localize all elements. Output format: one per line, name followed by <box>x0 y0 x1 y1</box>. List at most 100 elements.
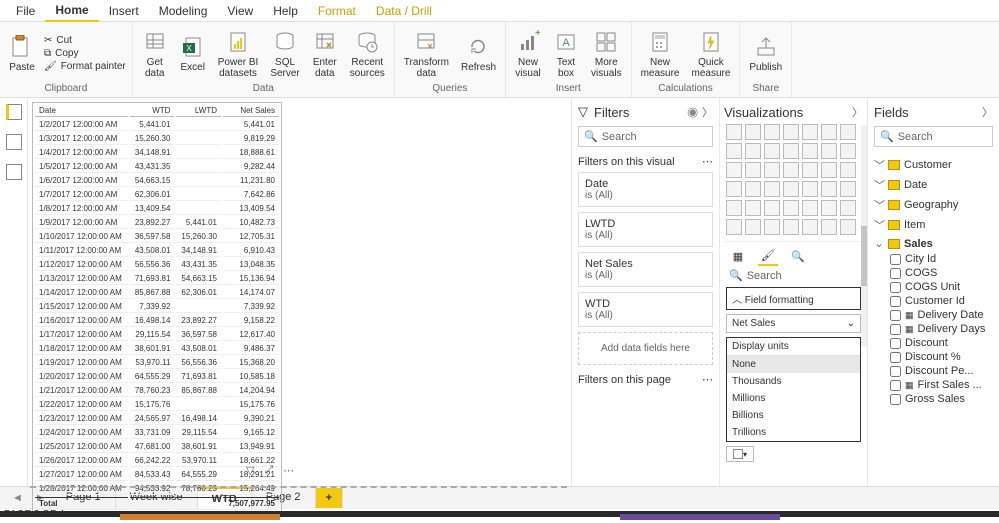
report-view-icon[interactable] <box>6 104 22 120</box>
filter-icon[interactable]: ▽ <box>246 464 254 477</box>
viz-type-icon[interactable] <box>783 181 799 197</box>
data-table[interactable]: DateWTDLWTDNet Sales 1/2/2017 12:00:00 A… <box>32 102 282 513</box>
viz-type-icon[interactable] <box>840 200 856 216</box>
prev-page[interactable]: ◄ <box>6 492 29 504</box>
pbidatasets-button[interactable]: Power BI datasets <box>215 27 262 81</box>
collapse-icon[interactable]: 〉 <box>702 107 713 119</box>
add-filter-placeholder[interactable]: Add data fields here <box>578 332 713 365</box>
more-icon[interactable]: ⋯ <box>702 155 713 168</box>
viz-type-icon[interactable] <box>783 124 799 140</box>
table-row[interactable]: 1/18/2017 12:00:00 AM38,601.9143,508.019… <box>35 343 279 355</box>
field-checkbox[interactable] <box>890 310 901 321</box>
model-view-icon[interactable] <box>6 164 22 180</box>
table-row[interactable]: 1/7/2017 12:00:00 AM62,306.017,642.86 <box>35 189 279 201</box>
menu-home[interactable]: Home <box>45 0 98 22</box>
viz-type-icon[interactable] <box>726 162 742 178</box>
col-header[interactable]: Net Sales <box>223 105 279 117</box>
table-row[interactable]: 1/8/2017 12:00:00 AM13,409.5413,409.54 <box>35 203 279 215</box>
menu-view[interactable]: View <box>217 1 263 21</box>
publish-button[interactable]: Publish <box>746 32 785 75</box>
field-checkbox[interactable] <box>890 380 901 391</box>
viz-type-icon[interactable] <box>802 143 818 159</box>
col-header[interactable]: Date <box>35 105 128 117</box>
table-row[interactable]: 1/3/2017 12:00:00 AM15,260.309,819.29 <box>35 133 279 145</box>
table-row[interactable]: 1/10/2017 12:00:00 AM36,597.5815,260.301… <box>35 231 279 243</box>
data-view-icon[interactable] <box>6 134 22 150</box>
table-row[interactable]: 1/21/2017 12:00:00 AM78,760.2385,867.881… <box>35 385 279 397</box>
table-row[interactable]: 1/28/2017 12:00:00 AM94,533.9278,760.231… <box>35 483 279 495</box>
viz-type-icon[interactable] <box>764 181 780 197</box>
field-checkbox[interactable] <box>890 394 901 405</box>
formatpainter-button[interactable]: 🖌Format painter <box>44 61 126 72</box>
filter-card[interactable]: WTDis (All) <box>578 292 713 327</box>
field-checkbox[interactable] <box>890 338 901 349</box>
color-picker[interactable]: ▾ <box>726 446 754 462</box>
viz-type-icon[interactable] <box>802 124 818 140</box>
viz-search[interactable]: 🔍Search <box>724 266 863 285</box>
focus-icon[interactable]: ⤢ <box>264 464 273 477</box>
refresh-button[interactable]: Refresh <box>458 32 499 75</box>
paste-button[interactable]: Paste <box>6 32 38 75</box>
recentsources-button[interactable]: Recent sources <box>347 27 388 81</box>
viz-type-icon[interactable] <box>821 143 837 159</box>
viz-type-icon[interactable] <box>783 219 799 235</box>
collapse-icon[interactable]: 〉 <box>852 104 863 120</box>
viz-type-icon[interactable] <box>802 181 818 197</box>
format-tab-icon[interactable]: 🖌 <box>758 246 778 266</box>
table-row[interactable]: 1/13/2017 12:00:00 AM71,693.8154,663.151… <box>35 273 279 285</box>
table-row[interactable]: 1/23/2017 12:00:00 AM24,565.9716,498.149… <box>35 413 279 425</box>
viz-type-icon[interactable] <box>783 200 799 216</box>
table-row[interactable]: 1/17/2017 12:00:00 AM29,115.5436,597.581… <box>35 329 279 341</box>
dropdown-option[interactable]: Thousands <box>727 373 860 390</box>
viz-type-icon[interactable] <box>783 143 799 159</box>
viz-type-icon[interactable] <box>840 181 856 197</box>
viz-type-icon[interactable] <box>745 181 761 197</box>
field-checkbox[interactable] <box>890 282 901 293</box>
field-formatting-card[interactable]: ︿ Field formatting <box>726 287 861 310</box>
dropdown-option[interactable]: None <box>727 356 860 373</box>
field-item[interactable]: ▦First Sales ... <box>874 378 993 392</box>
field-item[interactable]: Discount Pe... <box>874 364 993 378</box>
viz-type-icon[interactable] <box>745 200 761 216</box>
field-select[interactable]: Net Sales⌄ <box>726 314 861 333</box>
table-row[interactable]: 1/24/2017 12:00:00 AM33,731.0929,115.549… <box>35 427 279 439</box>
field-checkbox[interactable] <box>890 268 901 279</box>
fields-tab-icon[interactable]: ▦ <box>728 246 748 266</box>
eye-icon[interactable]: ◉ <box>687 104 698 119</box>
filter-card[interactable]: LWTDis (All) <box>578 212 713 247</box>
viz-type-icon[interactable] <box>726 124 742 140</box>
viz-type-icon[interactable] <box>821 181 837 197</box>
viz-type-icon[interactable] <box>726 143 742 159</box>
filter-card[interactable]: Dateis (All) <box>578 172 713 207</box>
viz-type-icon[interactable] <box>726 181 742 197</box>
field-item[interactable]: Gross Sales <box>874 392 993 406</box>
viz-type-icon[interactable] <box>745 162 761 178</box>
newmeasure-button[interactable]: New measure <box>638 27 683 81</box>
transform-button[interactable]: Transform data <box>401 27 452 81</box>
cut-button[interactable]: ✂Cut <box>44 35 72 46</box>
viz-type-icon[interactable] <box>745 143 761 159</box>
table-row[interactable]: 1/27/2017 12:00:00 AM84,533.4364,555.291… <box>35 469 279 481</box>
menu-help[interactable]: Help <box>263 1 308 21</box>
table-row[interactable]: 1/26/2017 12:00:00 AM66,242.2253,970.111… <box>35 455 279 467</box>
viz-type-icon[interactable] <box>802 200 818 216</box>
viz-type-icon[interactable] <box>840 143 856 159</box>
excel-button[interactable]: XExcel <box>177 32 209 75</box>
table-row[interactable]: 1/2/2017 12:00:00 AM5,441.015,441.01 <box>35 119 279 131</box>
viz-type-icon[interactable] <box>764 162 780 178</box>
field-checkbox[interactable] <box>890 352 901 363</box>
table-row[interactable]: 1/22/2017 12:00:00 AM15,175.7615,175.76 <box>35 399 279 411</box>
fields-search[interactable]: 🔍Search <box>874 126 993 147</box>
table-row[interactable]: 1/16/2017 12:00:00 AM16,498.1423,892.279… <box>35 315 279 327</box>
col-header[interactable]: WTD <box>130 105 175 117</box>
field-item[interactable]: Discount <box>874 336 993 350</box>
viz-type-icon[interactable] <box>745 219 761 235</box>
viz-type-icon[interactable] <box>802 219 818 235</box>
table-date[interactable]: ﹀Date <box>874 175 993 195</box>
dropdown-option[interactable]: Trillions <box>727 424 860 441</box>
viz-type-icon[interactable] <box>821 162 837 178</box>
viz-type-icon[interactable] <box>745 124 761 140</box>
field-item[interactable]: COGS <box>874 266 993 280</box>
col-header[interactable]: LWTD <box>176 105 221 117</box>
enterdata-button[interactable]: Enter data <box>309 27 341 81</box>
